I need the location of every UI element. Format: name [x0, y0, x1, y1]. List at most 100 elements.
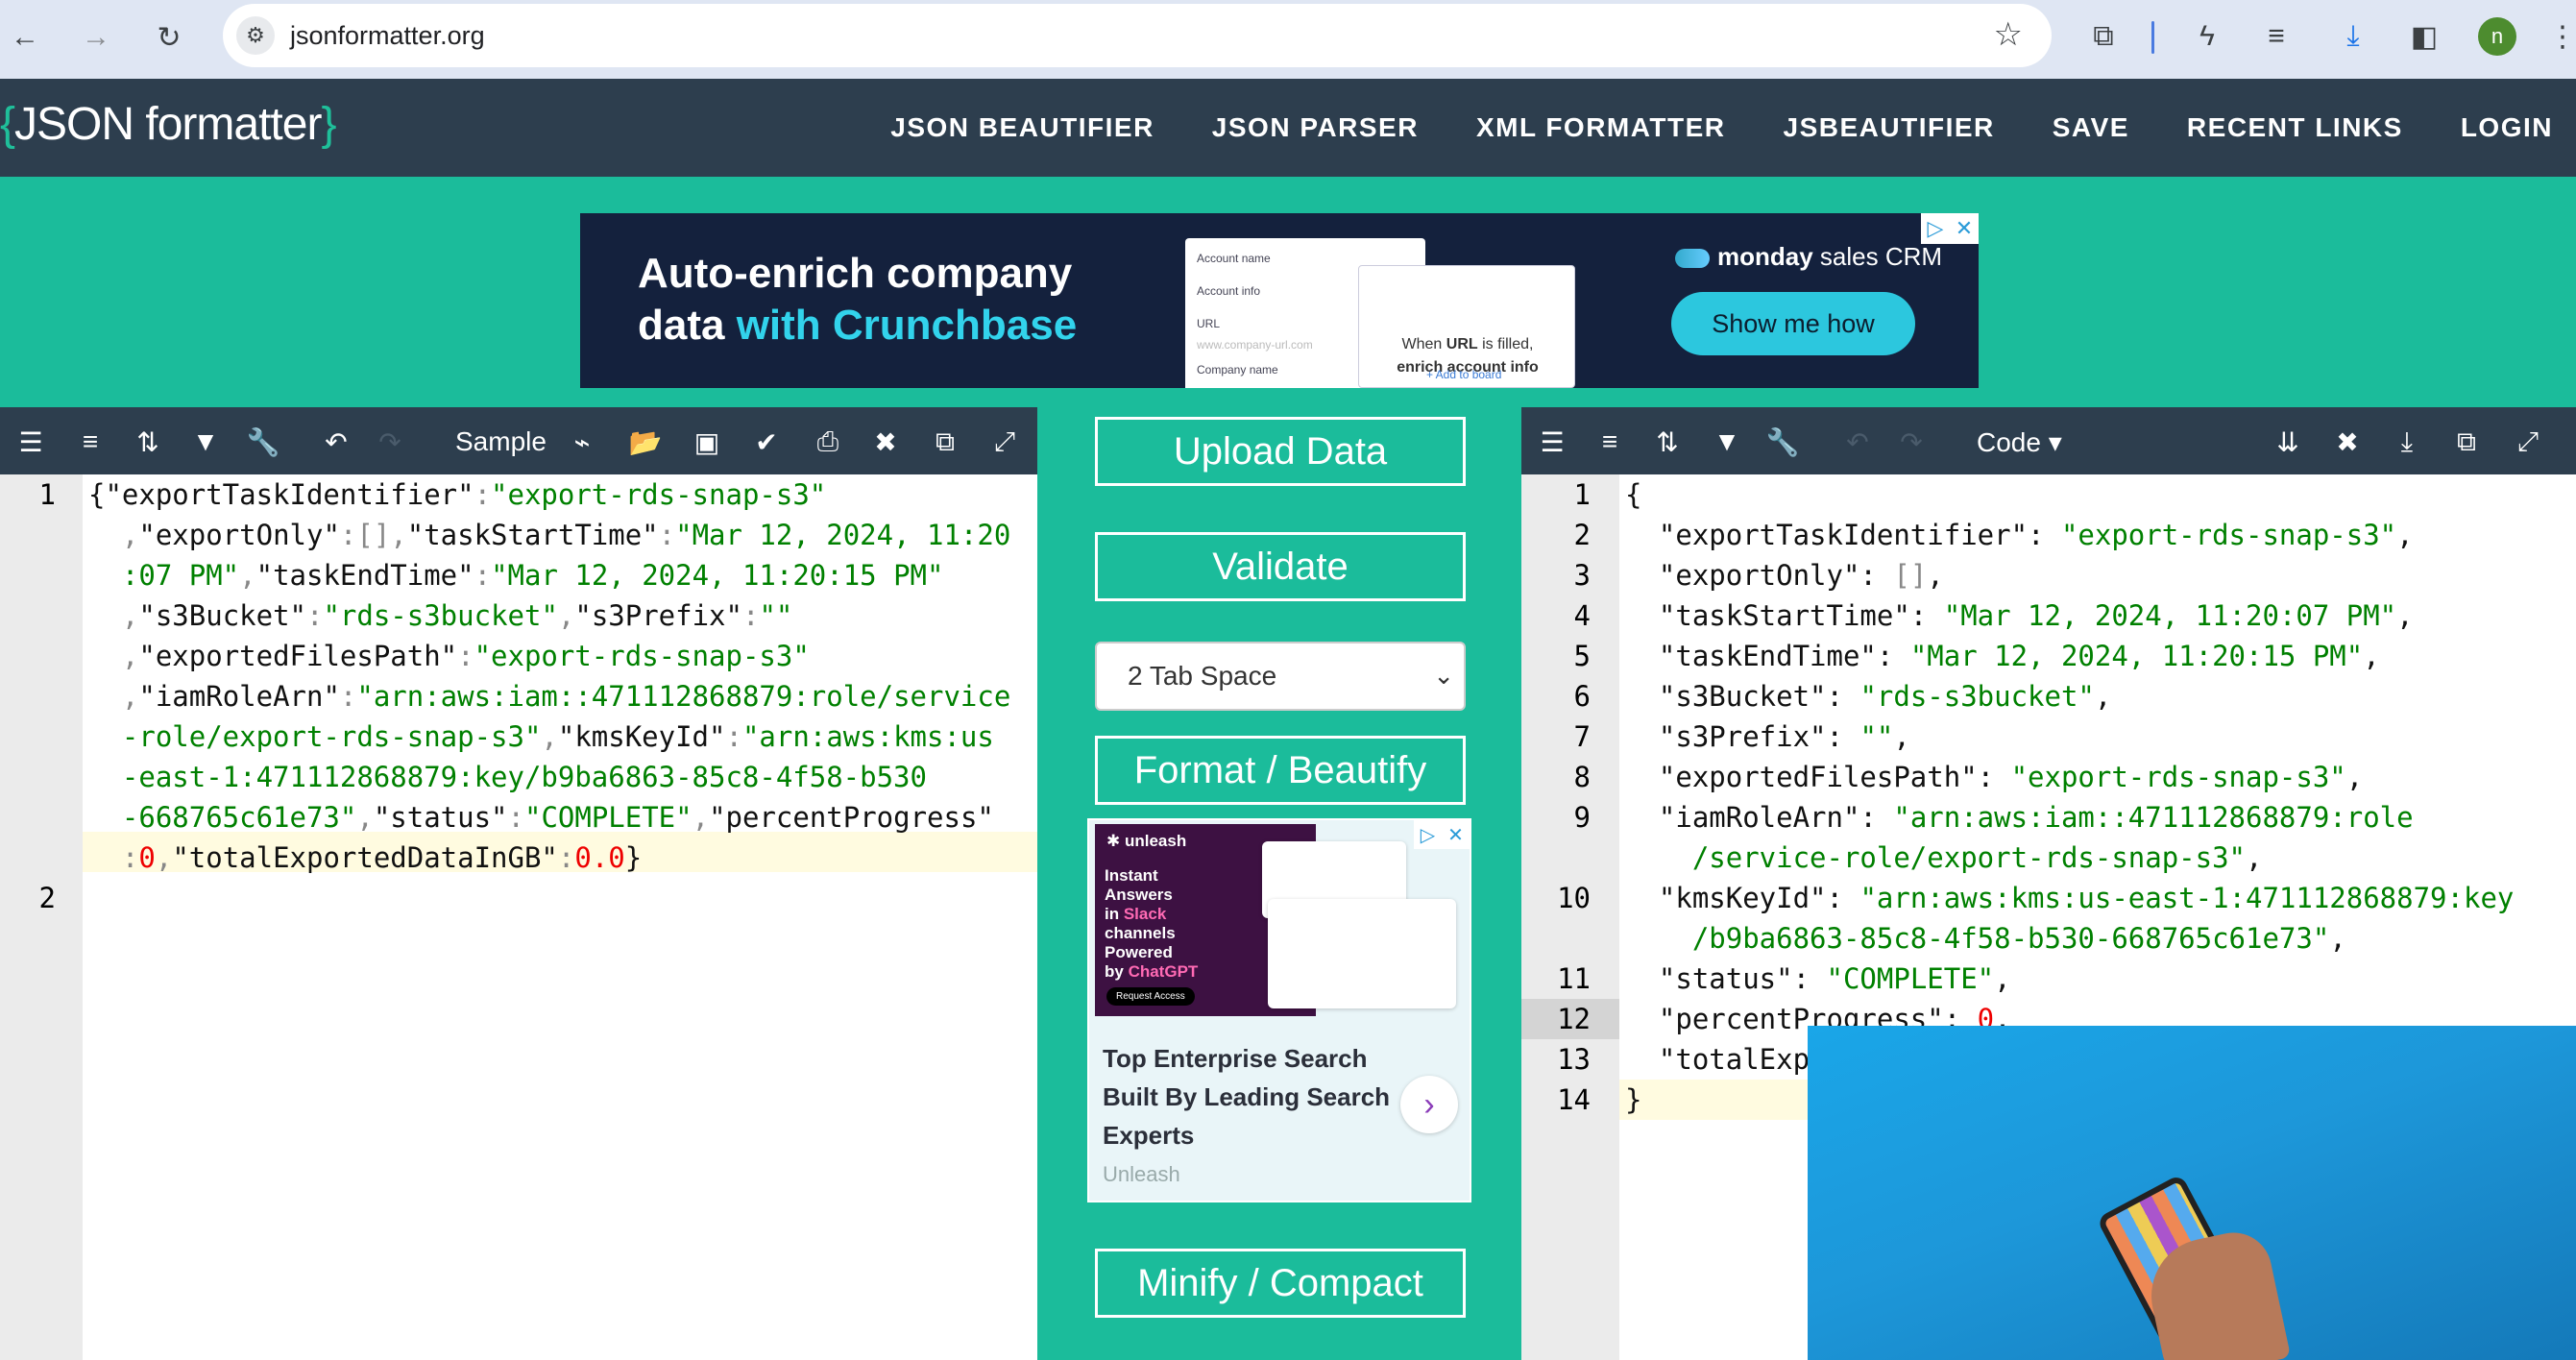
redo-icon[interactable]: ↷ [1894, 425, 1929, 459]
mode-dropdown[interactable]: Code ▾ [1977, 426, 2062, 458]
line-number: 3 [1573, 559, 1591, 592]
nav-recent-links[interactable]: RECENT LINKS [2187, 112, 2403, 143]
undo-icon[interactable]: ↶ [1840, 425, 1875, 459]
input-gutter: 1 2 [0, 474, 83, 1360]
copy-icon[interactable]: ⧉ [928, 425, 962, 459]
side-panel-icon[interactable]: ◧ [2403, 15, 2445, 58]
indent-select-value: 2 Tab Space [1128, 661, 1277, 691]
code-line: -role/export-rds-snap-s3","kmsKeyId":"ar… [88, 720, 994, 753]
format-beautify-button[interactable]: Format / Beautify [1095, 736, 1466, 805]
nav-json-parser[interactable]: JSON PARSER [1212, 112, 1419, 143]
redo-icon[interactable]: ↷ [373, 425, 407, 459]
nav-save[interactable]: SAVE [2053, 112, 2129, 143]
code-line: "taskEndTime": "Mar 12, 2024, 11:20:15 P… [1625, 640, 2380, 672]
square-ad-source: Unleash [1103, 1162, 1180, 1186]
banner-cta-button[interactable]: Show me how [1671, 292, 1915, 355]
sort-icon[interactable]: ⇅ [131, 425, 165, 459]
back-icon[interactable]: ← [4, 16, 46, 59]
repair-wrench-icon[interactable]: 🔧 [1765, 425, 1800, 459]
check-icon[interactable]: ✔ [749, 425, 784, 459]
copy-icon[interactable]: ⧉ [2449, 425, 2484, 459]
square-ad[interactable]: ✱ unleash Instant Answers in Slack chann… [1087, 818, 1471, 1202]
compact-icon[interactable]: ≡ [1592, 425, 1627, 459]
mock-field-value: www.company-url.com [1197, 338, 1313, 352]
filter-icon[interactable]: ▼ [1710, 425, 1744, 459]
code-line: ,"exportedFilesPath":"export-rds-snap-s3… [88, 640, 810, 672]
forward-icon[interactable]: → [75, 16, 117, 59]
mock-field-label: Account name [1197, 252, 1271, 265]
adchoices-icon[interactable]: ▷ [1414, 820, 1442, 849]
mock-field-label: Company name [1197, 363, 1278, 376]
code-line: -east-1:471112868879:key/b9ba6863-85c8-4… [88, 761, 927, 793]
code-line: :0,"totalExportedDataInGB":0.0} [88, 841, 643, 874]
ad-choices[interactable]: ▷ ✕ [1921, 213, 1979, 244]
square-ad-text-accent: ChatGPT [1128, 962, 1199, 981]
menu-icon[interactable]: ⋮ [2541, 15, 2576, 58]
mock-card-text-a: When [1401, 336, 1446, 352]
chevron-right-icon[interactable]: › [1400, 1076, 1458, 1133]
bookmark-star-icon[interactable]: ☆ [1994, 15, 2023, 54]
square-ad-small-cta: Request Access [1106, 987, 1195, 1006]
floating-video-ad[interactable] [1808, 1026, 2576, 1360]
mock-field-label: URL [1197, 317, 1221, 330]
filter-icon[interactable]: ▼ [188, 425, 223, 459]
chevron-down-icon: ⌄ [1433, 661, 1454, 690]
adchoices-icon[interactable]: ▷ [1921, 213, 1950, 244]
repair-wrench-icon[interactable]: 🔧 [246, 425, 280, 459]
indent-select[interactable]: 2 Tab Space ⌄ [1095, 642, 1466, 711]
line-number: 8 [1573, 761, 1591, 793]
square-ad-choices[interactable]: ▷ ✕ [1414, 820, 1470, 849]
clear-icon[interactable]: ✖ [2330, 425, 2365, 459]
extensions-icon[interactable]: ⧉ [2082, 15, 2125, 58]
nav-login[interactable]: LOGIN [2461, 112, 2553, 143]
code-line: "s3Prefix": "", [1625, 720, 1910, 753]
line-number: 1 [38, 478, 56, 511]
print-icon[interactable]: ⎙ [811, 425, 845, 459]
upload-data-button[interactable]: Upload Data [1095, 417, 1466, 486]
fullscreen-icon[interactable]: ⤢ [2511, 425, 2545, 459]
line-number: 6 [1573, 680, 1591, 713]
logo-text: JSON formatter [14, 99, 322, 150]
clear-icon[interactable]: ✖ [868, 425, 903, 459]
site-logo[interactable]: {JSON formatter} [0, 98, 336, 151]
line-number: 11 [1557, 962, 1591, 995]
minify-compact-button[interactable]: Minify / Compact [1095, 1249, 1466, 1318]
site-header: {JSON formatter} JSON BEAUTIFIER JSON PA… [0, 79, 2576, 177]
line-number: 10 [1557, 882, 1591, 914]
input-code-area[interactable]: {"exportTaskIdentifier":"export-rds-snap… [83, 474, 1037, 1360]
ad-close-icon[interactable]: ✕ [1442, 820, 1470, 849]
download-icon[interactable]: ⤓ [2332, 15, 2374, 58]
code-line: :07 PM","taskEndTime":"Mar 12, 2024, 11:… [88, 559, 944, 592]
compact-icon[interactable]: ≡ [73, 425, 108, 459]
nav-jsbeautifier[interactable]: JSBEAUTIFIER [1784, 112, 1995, 143]
banner-ad[interactable]: Auto-enrich company data with Crunchbase… [580, 213, 1979, 388]
address-bar[interactable]: ⚙ jsonformatter.org ☆ [223, 4, 2052, 67]
reload-icon[interactable]: ↻ [148, 16, 190, 59]
code-line: ,"iamRoleArn":"arn:aws:iam::471112868879… [88, 680, 1011, 713]
format-icon[interactable]: ☰ [13, 425, 48, 459]
usb-load-icon[interactable]: ⌁ [565, 425, 599, 459]
format-icon[interactable]: ☰ [1535, 425, 1569, 459]
nav-json-beautifier[interactable]: JSON BEAUTIFIER [890, 112, 1154, 143]
validate-button[interactable]: Validate [1095, 532, 1466, 601]
banner-headline-accent: with Crunchbase [736, 302, 1078, 349]
sample-button[interactable]: Sample [455, 426, 547, 457]
profile-avatar[interactable]: n [2478, 17, 2516, 56]
ad-close-icon[interactable]: ✕ [1950, 213, 1979, 244]
code-line: "exportTaskIdentifier": "export-rds-snap… [1625, 519, 2414, 551]
save-icon[interactable]: ▣ [690, 425, 724, 459]
collapse-all-icon[interactable]: ⇊ [2271, 425, 2305, 459]
input-editor-toolbar: ☰ ≡ ⇅ ▼ 🔧 ↶ ↷ Sample ⌁ 📂 ▣ ✔ ⎙ ✖ ⧉ ⤢ [0, 407, 1037, 474]
media-playlist-icon[interactable]: ≡ [2255, 15, 2297, 58]
open-folder-icon[interactable]: 📂 [628, 425, 663, 459]
line-number: 5 [1573, 640, 1591, 672]
fullscreen-icon[interactable]: ⤢ [987, 425, 1022, 459]
site-settings-icon[interactable]: ⚙ [236, 16, 275, 55]
square-ad-text-line: Answers [1105, 886, 1173, 904]
extension-bolt-icon[interactable]: ϟ [2186, 15, 2228, 58]
undo-icon[interactable]: ↶ [319, 425, 353, 459]
sort-icon[interactable]: ⇅ [1650, 425, 1685, 459]
download-icon[interactable]: ⤓ [2390, 425, 2424, 459]
code-line: {"exportTaskIdentifier":"export-rds-snap… [88, 478, 827, 511]
nav-xml-formatter[interactable]: XML FORMATTER [1476, 112, 1726, 143]
